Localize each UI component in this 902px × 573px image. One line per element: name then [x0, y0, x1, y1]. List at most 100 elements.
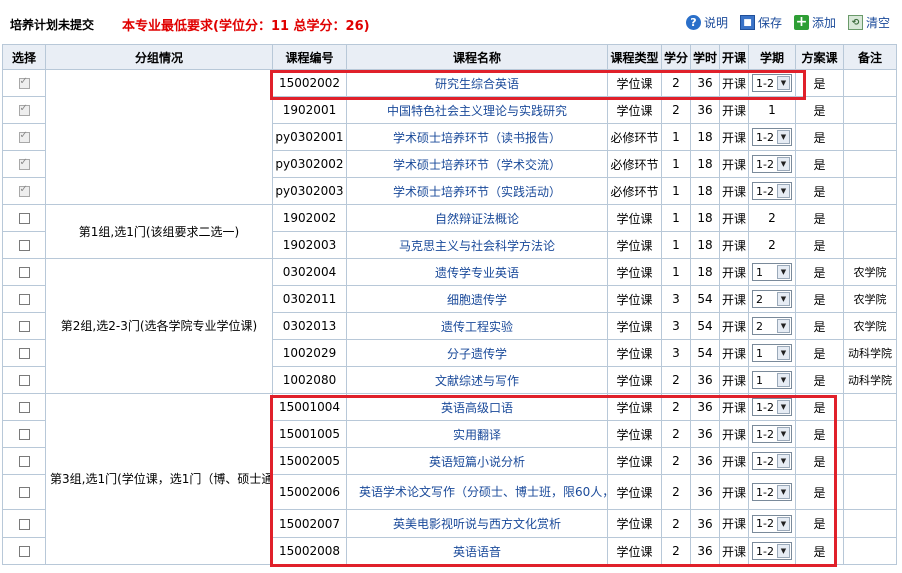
select-cell [2, 537, 46, 565]
chevron-down-icon: ▼ [777, 516, 790, 531]
course-name-link[interactable]: 分子遗传学 [346, 339, 608, 367]
course-name-link[interactable]: 英美电影视听说与西方文化赏析 [346, 509, 608, 538]
term-select[interactable]: 1 ▼ [752, 344, 792, 362]
chevron-down-icon: ▼ [777, 76, 790, 90]
course-code-cell: py0302003 [272, 177, 347, 205]
course-type-cell: 学位课 [607, 447, 662, 475]
course-name-link[interactable]: 自然辩证法概论 [346, 204, 608, 232]
clear-button[interactable]: ⟲ 清空 [847, 14, 890, 31]
row-checkbox[interactable] [18, 348, 30, 359]
open-status-cell: 开课 [719, 312, 749, 340]
row-checkbox[interactable] [18, 321, 30, 332]
course-code-cell: 15002002 [272, 69, 347, 97]
row-checkbox[interactable] [18, 402, 30, 413]
term-select[interactable]: 1-2 ▼ [752, 483, 792, 501]
course-name-link[interactable]: 英语学术论文写作（分硕士、博士班，限60人，4个班） [346, 474, 608, 510]
term-select[interactable]: 1-2 ▼ [752, 514, 792, 533]
select-cell [2, 474, 46, 510]
course-code-cell: 15001004 [272, 393, 347, 421]
term-select[interactable]: 1 ▼ [752, 263, 792, 281]
row-checkbox[interactable] [18, 375, 30, 386]
course-type-cell: 学位课 [607, 285, 662, 313]
term-select-value: 1 [756, 265, 763, 279]
table-row: 第3组,选1门(学位课，选1门（博、硕士通选）) 15001004 英语高级口语 学位… [2, 393, 897, 565]
course-name-link[interactable]: 遗传学专业英语 [346, 258, 608, 286]
group-info-cell [45, 69, 273, 205]
table-row: 15002002研究生综合英语学位课236开课1-2▼是 [2, 69, 897, 205]
hours-cell: 54 [690, 285, 720, 313]
course-name-link[interactable]: 中国特色社会主义理论与实践研究 [346, 96, 608, 124]
course-name-link[interactable]: 研究生综合英语 [346, 69, 608, 97]
term-select[interactable]: 1-2 ▼ [752, 452, 792, 470]
add-icon: + [793, 14, 809, 30]
plan-course-cell: 是 [795, 123, 844, 151]
row-checkbox[interactable] [18, 294, 30, 305]
term-value: 2 [768, 238, 776, 252]
clear-icon: ⟲ [847, 15, 863, 30]
credit-cell: 2 [661, 447, 691, 475]
hours-cell: 36 [690, 96, 720, 124]
select-cell [2, 150, 46, 178]
course-name-link[interactable]: 细胞遗传学 [346, 285, 608, 313]
credit-cell: 2 [661, 366, 691, 394]
term-select[interactable]: 2 ▼ [752, 290, 792, 308]
term-select-value: 2 [756, 319, 763, 333]
course-name-link[interactable]: 学术硕士培养环节（学术交流） [346, 150, 608, 178]
course-name-link[interactable]: 实用翻译 [346, 420, 608, 448]
course-name-link[interactable]: 英语高级口语 [346, 393, 608, 421]
term-select[interactable]: 1-2 ▼ [752, 542, 792, 560]
row-checkbox[interactable] [18, 456, 30, 467]
course-name-link[interactable]: 英语语音 [346, 537, 608, 565]
row-checkbox[interactable] [18, 184, 30, 197]
course-name-link[interactable]: 遗传工程实验 [346, 312, 608, 340]
term-select[interactable]: 1-2 ▼ [752, 425, 792, 443]
row-checkbox[interactable] [18, 267, 30, 278]
term-select-value: 1-2 [756, 130, 774, 144]
term-select[interactable]: 1-2 ▼ [752, 182, 792, 200]
term-cell: 1-2 ▼ [748, 150, 796, 178]
course-plan-table: 选择 分组情况 课程编号 课程名称 课程类型 学分 学时 开课 学期 方案课 备… [2, 44, 897, 565]
chevron-down-icon: ▼ [777, 319, 790, 333]
course-name-link[interactable]: 马克思主义与社会科学方法论 [346, 231, 608, 259]
save-icon: ■ [739, 15, 755, 30]
row-checkbox[interactable] [18, 240, 30, 251]
row-checkbox[interactable] [18, 487, 30, 498]
cropped-top-strip [0, 0, 902, 6]
term-select[interactable]: 2 ▼ [752, 317, 792, 335]
row-checkbox[interactable] [18, 103, 30, 116]
term-cell: 2 [748, 231, 796, 259]
open-status-cell: 开课 [719, 339, 749, 367]
add-label: 添加 [811, 16, 836, 30]
course-type-cell: 必修环节 [607, 150, 662, 178]
course-name-link[interactable]: 文献综述与写作 [346, 366, 608, 394]
hours-cell: 18 [690, 231, 720, 259]
row-checkbox[interactable] [18, 76, 30, 89]
credit-cell: 1 [661, 177, 691, 205]
course-name-link[interactable]: 英语短篇小说分析 [346, 447, 608, 475]
row-checkbox[interactable] [18, 518, 30, 530]
course-name-link[interactable]: 学术硕士培养环节（实践活动） [346, 177, 608, 205]
help-button[interactable]: ? 说明 [685, 14, 728, 31]
course-type-cell: 学位课 [607, 537, 662, 565]
term-select[interactable]: 1 ▼ [752, 371, 792, 389]
term-select[interactable]: 1-2 ▼ [752, 155, 792, 173]
course-name-link[interactable]: 学术硕士培养环节（读书报告） [346, 123, 608, 151]
term-select[interactable]: 1-2 ▼ [752, 74, 792, 92]
row-checkbox[interactable] [18, 130, 30, 143]
term-select[interactable]: 1-2 ▼ [752, 398, 792, 416]
course-code-cell: 1002029 [272, 339, 347, 367]
plan-course-cell: 是 [795, 204, 844, 232]
row-checkbox[interactable] [18, 213, 30, 224]
term-select[interactable]: 1-2 ▼ [752, 128, 792, 146]
chevron-down-icon: ▼ [777, 454, 790, 468]
credit-cell: 2 [661, 69, 691, 97]
course-code-cell: 0302011 [272, 285, 347, 313]
add-button[interactable]: + 添加 [793, 14, 836, 31]
row-checkbox[interactable] [18, 429, 30, 440]
credit-cell: 3 [661, 285, 691, 313]
note-cell: 动科学院 [843, 339, 897, 367]
plan-course-cell: 是 [795, 420, 844, 448]
row-checkbox[interactable] [18, 157, 30, 170]
save-button[interactable]: ■ 保存 [739, 14, 782, 31]
row-checkbox[interactable] [18, 546, 30, 557]
